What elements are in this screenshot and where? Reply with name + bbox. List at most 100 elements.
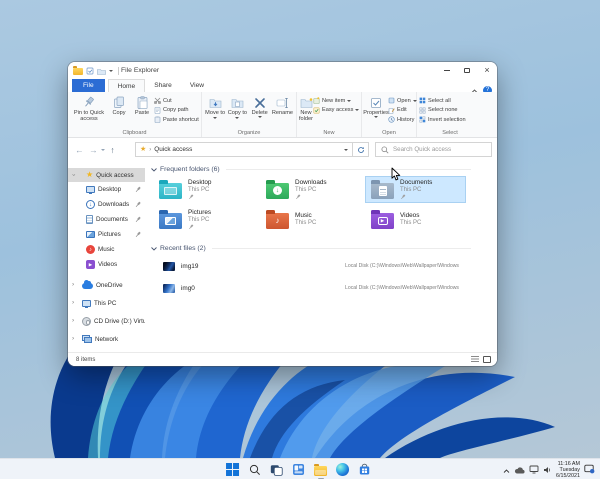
refresh-button[interactable] bbox=[353, 142, 369, 157]
ribbon: Pin to Quick access Copy Paste Cut Copy … bbox=[68, 92, 497, 138]
forward-button[interactable]: → bbox=[87, 145, 100, 155]
tab-view[interactable]: View bbox=[181, 79, 213, 92]
notifications-button[interactable] bbox=[584, 461, 595, 479]
sidebar-item-music[interactable]: ♪ Music bbox=[68, 242, 145, 257]
expander-icon[interactable]: › bbox=[72, 335, 74, 342]
navigation-bar: ← → ↑ ★ › Quick access bbox=[68, 139, 497, 160]
tab-file[interactable]: File bbox=[72, 79, 105, 92]
view-toggles bbox=[471, 356, 491, 363]
details-view-icon[interactable] bbox=[471, 356, 479, 363]
expander-icon[interactable]: › bbox=[72, 299, 74, 306]
sidebar-item-cd-drive[interactable]: › CD Drive (D:) Virtual bbox=[68, 312, 145, 330]
desktop[interactable]: File Explorer × File Home Share View ? P… bbox=[0, 0, 600, 479]
start-button[interactable] bbox=[225, 462, 240, 477]
cut-label: Cut bbox=[163, 97, 172, 104]
delete-button[interactable]: Delete bbox=[249, 94, 271, 118]
breadcrumb-location[interactable]: Quick access bbox=[154, 146, 341, 153]
cut-button[interactable]: Cut bbox=[154, 97, 199, 104]
search-input[interactable] bbox=[393, 146, 486, 153]
new-folder-button[interactable]: New folder bbox=[299, 94, 313, 122]
expander-icon[interactable]: › bbox=[70, 174, 77, 176]
easy-access-button[interactable]: Easy access bbox=[313, 107, 360, 114]
sidebar-item-quick-access[interactable]: › ★ Quick access bbox=[68, 168, 145, 182]
recent-files-header[interactable]: Recent files (2) bbox=[151, 245, 471, 252]
onedrive-tray-icon[interactable] bbox=[514, 461, 525, 479]
properties-button[interactable]: Properties bbox=[363, 94, 389, 118]
tab-home[interactable]: Home bbox=[107, 79, 146, 92]
new-item-button[interactable]: New item bbox=[313, 97, 359, 104]
ribbon-tab-row: File Home Share View bbox=[68, 79, 497, 92]
tab-share[interactable]: Share bbox=[145, 79, 181, 92]
folder-tile-music[interactable]: ♪ Music This PC bbox=[260, 206, 361, 233]
large-icons-view-icon[interactable] bbox=[483, 356, 491, 363]
network-tray-icon[interactable] bbox=[529, 461, 539, 479]
titlebar[interactable]: File Explorer × bbox=[68, 62, 497, 79]
recent-file-row[interactable]: img0 Local Disk (C:)\Windows\Web\Wallpap… bbox=[151, 279, 491, 297]
tile-name: Music bbox=[295, 212, 312, 220]
sidebar-item-network[interactable]: › Network bbox=[68, 330, 145, 348]
organize-group-label: Organize bbox=[237, 130, 261, 136]
taskbar-clock[interactable]: 11:16 AM Tuesday 6/15/2021 bbox=[556, 461, 580, 479]
sidebar-label: Pictures bbox=[98, 231, 121, 238]
select-none-button[interactable]: Select none bbox=[419, 107, 466, 114]
task-view-button[interactable] bbox=[269, 462, 284, 477]
address-dropdown-caret[interactable] bbox=[344, 148, 348, 151]
tray-expand-button[interactable] bbox=[503, 461, 510, 479]
qat-new-folder-icon[interactable] bbox=[97, 62, 106, 80]
paste-shortcut-label: Paste shortcut bbox=[163, 116, 199, 123]
edge-button[interactable] bbox=[335, 462, 350, 477]
sidebar-item-onedrive[interactable]: › OneDrive bbox=[68, 276, 145, 294]
recent-locations-caret[interactable] bbox=[101, 148, 105, 151]
task-view-icon bbox=[270, 465, 283, 476]
search-box[interactable] bbox=[375, 142, 492, 157]
file-explorer-taskbar-button[interactable] bbox=[313, 462, 328, 477]
sidebar-item-videos[interactable]: ▶ Videos bbox=[68, 257, 145, 272]
qat-customize-caret[interactable] bbox=[109, 69, 113, 72]
taskbar-search-button[interactable] bbox=[247, 462, 262, 477]
expander-icon[interactable]: › bbox=[72, 317, 74, 324]
move-to-button[interactable]: Move to bbox=[204, 94, 226, 119]
close-button[interactable]: × bbox=[477, 62, 497, 79]
up-button[interactable]: ↑ bbox=[106, 145, 119, 155]
history-button[interactable]: History bbox=[388, 116, 417, 123]
folder-tile-documents[interactable]: Documents This PC bbox=[365, 176, 466, 203]
expander-icon[interactable]: › bbox=[72, 281, 74, 288]
sidebar-item-documents[interactable]: Documents bbox=[68, 212, 145, 227]
invert-selection-button[interactable]: Invert selection bbox=[419, 116, 466, 123]
volume-tray-icon[interactable] bbox=[543, 461, 552, 479]
open-button[interactable]: Open bbox=[388, 97, 417, 104]
copy-path-button[interactable]: Copy path bbox=[154, 106, 199, 114]
recent-file-row[interactable]: img19 Local Disk (C:)\Windows\Web\Wallpa… bbox=[151, 257, 491, 275]
address-bar[interactable]: ★ › Quick access bbox=[135, 142, 353, 157]
copy-button[interactable]: Copy bbox=[108, 94, 130, 116]
rename-button[interactable]: Rename bbox=[271, 94, 294, 116]
paste-button[interactable]: Paste bbox=[130, 94, 154, 116]
copy-label: Copy bbox=[112, 110, 126, 116]
file-path: Local Disk (C:)\Windows\Web\Wallpaper\Wi… bbox=[345, 263, 459, 269]
sidebar-item-this-pc[interactable]: › This PC bbox=[68, 294, 145, 312]
move-to-label: Move to bbox=[205, 110, 226, 116]
select-all-button[interactable]: Select all bbox=[419, 97, 466, 104]
pin-to-quick-access-button[interactable]: Pin to Quick access bbox=[70, 94, 108, 122]
this-pc-icon bbox=[82, 299, 91, 308]
minimize-button[interactable] bbox=[437, 62, 457, 79]
sidebar-item-desktop[interactable]: Desktop bbox=[68, 182, 145, 197]
paste-shortcut-button[interactable]: Paste shortcut bbox=[154, 116, 199, 123]
sidebar-label: OneDrive bbox=[96, 281, 123, 289]
back-button[interactable]: ← bbox=[73, 145, 86, 155]
folder-tile-desktop[interactable]: Desktop This PC bbox=[153, 176, 254, 203]
sidebar-item-downloads[interactable]: ↓ Downloads bbox=[68, 197, 145, 212]
folder-tile-downloads[interactable]: ↓ Downloads This PC bbox=[260, 176, 361, 203]
desktop-folder-icon bbox=[159, 180, 182, 199]
folder-tile-pictures[interactable]: Pictures This PC bbox=[153, 206, 254, 233]
microsoft-store-button[interactable] bbox=[357, 462, 372, 477]
edit-button[interactable]: Edit bbox=[388, 107, 417, 114]
copy-to-button[interactable]: Copy to bbox=[226, 94, 248, 119]
frequent-folders-header[interactable]: Frequent folders (6) bbox=[151, 166, 471, 173]
sidebar-item-pictures[interactable]: Pictures bbox=[68, 227, 145, 242]
delete-icon bbox=[254, 95, 266, 110]
widgets-button[interactable] bbox=[291, 462, 306, 477]
folder-tile-videos[interactable]: ▶ Videos This PC bbox=[365, 206, 466, 233]
qat-properties-icon[interactable] bbox=[86, 62, 94, 80]
maximize-button[interactable] bbox=[457, 62, 477, 79]
